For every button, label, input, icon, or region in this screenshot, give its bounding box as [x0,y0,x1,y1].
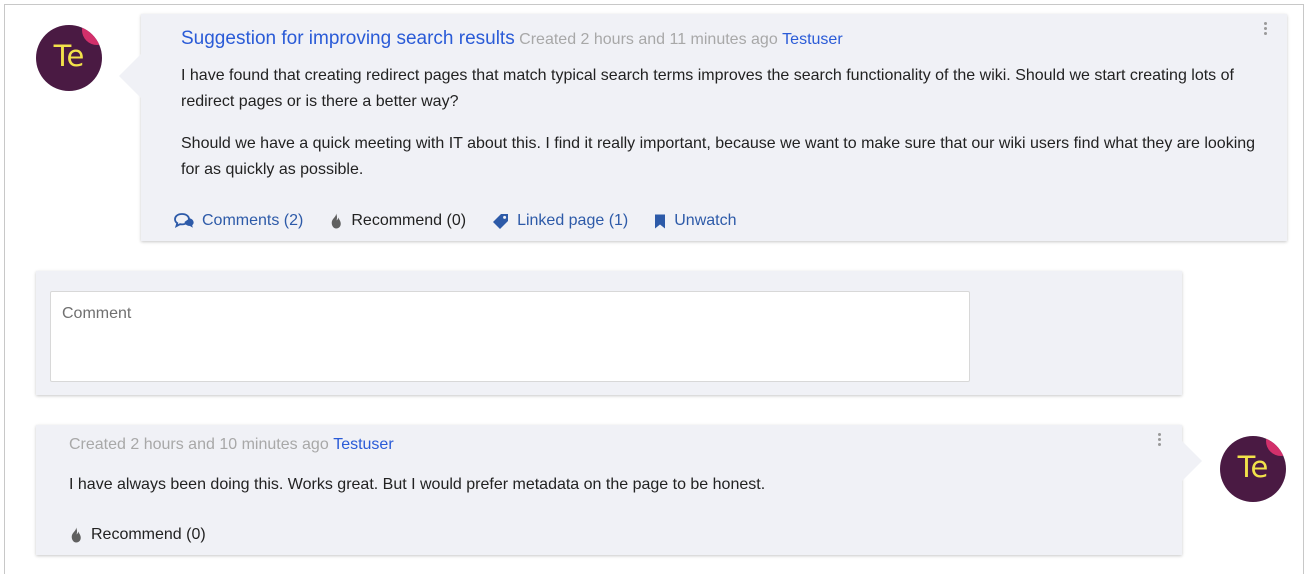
reply-author-avatar[interactable]: Te [1220,436,1286,502]
tag-icon [492,213,509,230]
comment-form-card [36,271,1182,395]
reply-author-link[interactable]: Testuser [333,436,393,453]
reply-kebab-menu-icon[interactable] [1156,433,1162,446]
avatar-initials: Te [53,39,85,73]
post-actions: Comments (2) Recommend (0) Linked page (… [174,212,763,230]
post-header: Suggestion for improving search results … [181,28,843,50]
post-author-avatar[interactable]: Te [36,25,102,91]
comments-label: Comments (2) [202,212,304,229]
reply-text: I have always been doing this. Works gre… [69,476,766,493]
recommend-label: Recommend (0) [351,212,467,229]
reply-actions: Recommend (0) [69,526,232,544]
post-paragraph: Should we have a quick meeting with IT a… [181,135,1256,178]
reply-created-time: Created 2 hours and 10 minutes ago [69,436,329,453]
comments-button[interactable]: Comments (2) [174,212,303,230]
reply-recommend-label: Recommend (0) [91,526,206,543]
linked-page-label: Linked page (1) [517,212,629,229]
avatar-initials: Te [1237,450,1269,484]
unwatch-button[interactable]: Unwatch [654,212,737,230]
flame-icon [329,213,343,229]
post-created-time: Created 2 hours and 11 minutes ago [519,31,778,48]
post-kebab-menu-icon[interactable] [1262,22,1268,35]
card-pointer [1182,441,1202,481]
reply-card: Created 2 hours and 10 minutes ago Testu… [36,425,1202,555]
post-paragraph: I have found that creating redirect page… [181,67,1234,110]
bookmark-icon [654,214,666,229]
comment-input[interactable] [50,291,970,382]
unwatch-label: Unwatch [674,212,737,229]
comments-icon [174,213,194,229]
recommend-button[interactable]: Recommend (0) [329,212,466,230]
flame-icon [69,527,83,543]
post-card: Suggestion for improving search results … [119,14,1287,241]
reply-header: Created 2 hours and 10 minutes ago Testu… [69,436,394,454]
post-author-link[interactable]: Testuser [782,31,842,48]
reply-recommend-button[interactable]: Recommend (0) [69,526,206,544]
card-pointer [119,54,141,98]
linked-page-button[interactable]: Linked page (1) [492,212,628,230]
post-title[interactable]: Suggestion for improving search results [181,28,515,49]
